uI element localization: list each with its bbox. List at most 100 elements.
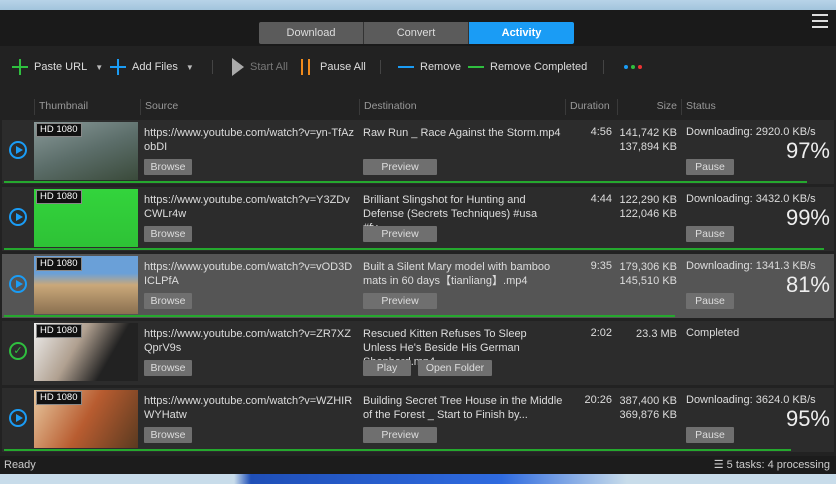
- remove-completed-button[interactable]: Remove Completed: [468, 56, 587, 78]
- play-button[interactable]: Play: [363, 360, 411, 376]
- main-tabs: Download Convert Activity: [259, 22, 574, 44]
- size-downloaded: 122,046 KB: [619, 208, 678, 220]
- play-circle-icon[interactable]: [9, 275, 27, 293]
- size: 141,742 KB 137,894 KB: [620, 126, 678, 154]
- start-all-button[interactable]: Start All: [232, 56, 288, 78]
- source-url: https://www.youtube.com/watch?v=WZHIRWYH…: [144, 395, 353, 421]
- thumbnail: HD 1080: [34, 256, 138, 314]
- remove-label: Remove: [420, 61, 461, 73]
- size-downloaded: 145,510 KB: [619, 275, 678, 287]
- minus-icon: [398, 66, 414, 68]
- hamburger-menu-icon[interactable]: [812, 14, 828, 28]
- status-text: Downloading: 3432.0 KB/s: [686, 193, 816, 205]
- list-icon: ☰: [713, 459, 727, 471]
- pause-button[interactable]: Pause: [686, 159, 734, 175]
- pause-button[interactable]: Pause: [686, 293, 734, 309]
- tab-activity[interactable]: Activity: [469, 22, 574, 44]
- minus-icon: [468, 66, 484, 68]
- thumbnail: HD 1080: [34, 122, 138, 180]
- preview-button[interactable]: Preview: [363, 427, 437, 443]
- task-count: 5 tasks: 4 processing: [726, 459, 830, 471]
- column-destination[interactable]: Destination: [359, 99, 417, 115]
- column-status[interactable]: Status: [681, 99, 716, 115]
- dropdown-caret-icon[interactable]: ▼: [95, 63, 103, 72]
- title-bar: Download Convert Activity: [0, 10, 836, 46]
- pause-button[interactable]: Pause: [686, 427, 734, 443]
- task-summary[interactable]: ☰ 5 tasks: 4 processing: [714, 456, 830, 474]
- play-icon: [232, 58, 244, 76]
- progress-bar: [4, 248, 824, 250]
- quality-badge: HD 1080: [36, 324, 82, 338]
- preview-button[interactable]: Preview: [363, 226, 437, 242]
- column-source[interactable]: Source: [140, 99, 178, 115]
- start-all-label: Start All: [250, 61, 288, 73]
- browse-button[interactable]: Browse: [144, 226, 192, 242]
- divider: [380, 60, 381, 74]
- desktop-background: [0, 0, 836, 10]
- preview-button[interactable]: Preview: [363, 293, 437, 309]
- play-circle-icon[interactable]: [9, 208, 27, 226]
- duration: 4:56: [590, 126, 612, 138]
- table-row[interactable]: HD 1080 https://www.youtube.com/watch?v=y…: [2, 120, 834, 184]
- status-text: Downloading: 1341.3 KB/s: [686, 260, 816, 272]
- column-size[interactable]: Size: [617, 99, 679, 115]
- dropdown-caret-icon[interactable]: ▼: [186, 63, 194, 72]
- app-window: Download Convert Activity Paste URL ▼ Add…: [0, 10, 836, 474]
- column-thumbnail[interactable]: Thumbnail: [34, 99, 88, 115]
- browse-button[interactable]: Browse: [144, 159, 192, 175]
- table-row[interactable]: HD 1080 https://www.youtube.com/watch?v=v…: [2, 254, 834, 318]
- source-url: https://www.youtube.com/watch?v=yn-TfAzo…: [144, 127, 355, 153]
- add-files-label: Add Files: [132, 61, 178, 73]
- thumbnail: HD 1080: [34, 390, 138, 448]
- duration: 4:44: [590, 193, 612, 205]
- quality-badge: HD 1080: [36, 257, 82, 271]
- pause-all-label: Pause All: [320, 61, 366, 73]
- preview-button[interactable]: Preview: [363, 159, 437, 175]
- open-folder-button[interactable]: Open Folder: [418, 360, 492, 376]
- duration: 20:26: [584, 394, 612, 406]
- quality-badge: HD 1080: [36, 123, 82, 137]
- toolbar: Paste URL ▼ Add Files ▼ Start All Pause Al…: [0, 56, 836, 78]
- play-circle-icon[interactable]: [9, 409, 27, 427]
- duration: 2:02: [590, 327, 612, 339]
- progress-bar: [4, 315, 675, 317]
- progress-bar: [4, 449, 791, 451]
- divider: [212, 60, 213, 74]
- size-total: 141,742 KB: [619, 127, 678, 139]
- size-total: 179,306 KB: [619, 261, 678, 273]
- pause-button[interactable]: Pause: [686, 226, 734, 242]
- progress-percent: 95%: [785, 406, 830, 431]
- add-files-button[interactable]: Add Files ▼: [110, 56, 194, 78]
- paste-url-button[interactable]: Paste URL ▼: [12, 56, 103, 78]
- plus-icon: [110, 59, 126, 75]
- source-url: https://www.youtube.com/watch?v=Y3ZDvCWL…: [144, 194, 350, 220]
- duration: 9:35: [590, 260, 612, 272]
- table-row[interactable]: HD 1080 https://www.youtube.com/watch?v=Y…: [2, 187, 834, 251]
- thumbnail: HD 1080: [34, 323, 138, 381]
- status-text: Downloading: 2920.0 KB/s: [686, 126, 816, 138]
- tab-convert[interactable]: Convert: [364, 22, 469, 44]
- browse-button[interactable]: Browse: [144, 360, 192, 376]
- size: 387,400 KB 369,876 KB: [620, 394, 678, 422]
- size-downloaded: 369,876 KB: [619, 409, 678, 421]
- size: 23.3 MB: [636, 327, 677, 341]
- progress-percent: 97%: [785, 138, 830, 163]
- remove-button[interactable]: Remove: [398, 56, 461, 78]
- quality-badge: HD 1080: [36, 391, 82, 405]
- table-row[interactable]: ✓ HD 1080 https://www.youtube.com/watch?v=…: [2, 321, 834, 385]
- browse-button[interactable]: Browse: [144, 427, 192, 443]
- size-total: 23.3 MB: [636, 328, 677, 340]
- desktop-background: [0, 474, 836, 484]
- size-downloaded: 137,894 KB: [619, 141, 678, 153]
- play-circle-icon[interactable]: [9, 141, 27, 159]
- table-header: Thumbnail Source Destination Duration Si…: [0, 96, 836, 116]
- pause-all-button[interactable]: Pause All: [301, 56, 366, 78]
- table-row[interactable]: HD 1080 https://www.youtube.com/watch?v=W…: [2, 388, 834, 452]
- status-text: Completed: [686, 327, 740, 339]
- tab-download[interactable]: Download: [259, 22, 364, 44]
- browse-button[interactable]: Browse: [144, 293, 192, 309]
- size: 179,306 KB 145,510 KB: [620, 260, 678, 288]
- source-url: https://www.youtube.com/watch?v=vOD3DICL…: [144, 261, 353, 287]
- column-duration[interactable]: Duration: [565, 99, 615, 115]
- more-options-icon[interactable]: [624, 56, 642, 78]
